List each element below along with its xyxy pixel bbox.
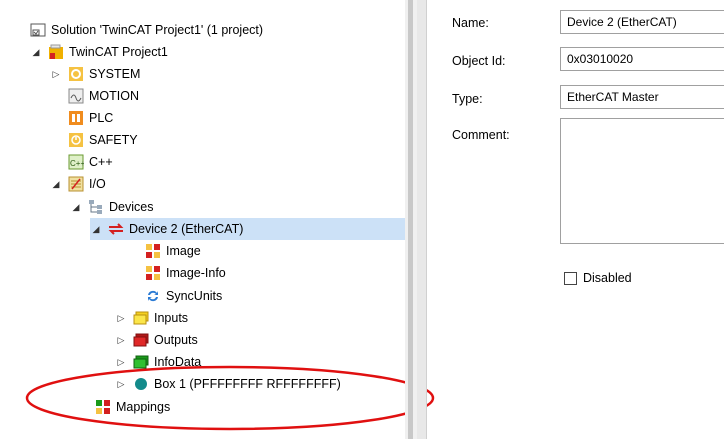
system-gear-icon — [69, 67, 83, 81]
tree-item-image[interactable]: Image — [145, 240, 201, 262]
twincat-project-icon — [49, 44, 63, 59]
solution-icon — [30, 23, 46, 37]
tree-item-outputs[interactable]: ▷ Outputs — [115, 329, 198, 351]
properties-panel: Name: Device 2 (EtherCAT) Object Id: 0x0… — [427, 0, 724, 439]
tree-item-label: PLC — [89, 111, 114, 125]
tree-item-box1[interactable]: ▷ Box 1 (PFFFFFFFF RFFFFFFFF) — [115, 373, 341, 395]
name-label: Name: — [452, 16, 489, 30]
tree-item-label: InfoData — [154, 355, 202, 369]
tree-item-label: Outputs — [154, 333, 198, 347]
tree-item-inputs[interactable]: ▷ Inputs — [115, 307, 189, 329]
tree-item-image-info[interactable]: Image-Info — [145, 262, 226, 284]
tree-item-devices[interactable]: ◢ Devices — [70, 196, 153, 218]
cpp-icon: C++ — [68, 154, 84, 170]
inputs-folder-icon — [133, 311, 149, 325]
solution-explorer-tree: Solution 'TwinCAT Project1' (1 project) … — [0, 0, 405, 439]
tree-item-label: Devices — [109, 200, 154, 214]
infodata-folder-icon — [133, 355, 149, 369]
tree-item-label: C++ — [89, 155, 113, 169]
tree-item-label: Box 1 (PFFFFFFFF RFFFFFFFF) — [154, 377, 341, 391]
tree-item-solution[interactable]: Solution 'TwinCAT Project1' (1 project) — [30, 19, 263, 41]
tree-item-label: Inputs — [154, 311, 189, 325]
comment-label: Comment: — [452, 128, 510, 142]
tree-scrollbar-thumb[interactable] — [408, 0, 413, 439]
tree-item-motion[interactable]: MOTION — [68, 85, 139, 107]
tree-item-label: Solution 'TwinCAT Project1' (1 project) — [51, 23, 264, 37]
tree-item-project[interactable]: ◢ TwinCAT Project1 — [30, 41, 168, 63]
tree-item-syncunits[interactable]: SyncUnits — [145, 285, 222, 307]
object-id-field[interactable]: 0x03010020 — [560, 47, 724, 71]
panel-splitter[interactable] — [417, 0, 427, 439]
tree-item-plc[interactable]: PLC — [68, 107, 113, 129]
devices-tree-icon — [89, 200, 102, 214]
object-id-label: Object Id: — [452, 54, 506, 68]
tree-item-label: SyncUnits — [166, 289, 223, 303]
expand-arrow-icon[interactable]: ▷ — [115, 356, 127, 368]
collapse-arrow-icon[interactable]: ◢ — [90, 223, 102, 235]
sync-arrows-icon — [148, 290, 158, 302]
type-field[interactable]: EtherCAT Master — [560, 85, 724, 109]
name-field[interactable]: Device 2 (EtherCAT) — [560, 10, 724, 34]
tree-item-cpp[interactable]: C++ C++ — [68, 151, 113, 173]
mappings-icon — [96, 400, 110, 414]
outputs-folder-icon — [133, 333, 149, 347]
tree-item-label: Image-Info — [166, 266, 226, 280]
tree-item-mappings[interactable]: Mappings — [95, 396, 170, 418]
tree-item-label: Mappings — [116, 400, 171, 414]
safety-icon — [69, 133, 83, 147]
tree-item-label: TwinCAT Project1 — [69, 45, 168, 59]
tree-item-label: MOTION — [89, 89, 139, 103]
tree-item-label: Device 2 (EtherCAT) — [129, 222, 244, 236]
tree-item-label: SYSTEM — [89, 67, 141, 81]
svg-text:C++: C++ — [70, 159, 84, 168]
collapse-arrow-icon[interactable]: ◢ — [30, 46, 42, 58]
tree-item-io[interactable]: ◢ I/O — [50, 173, 106, 195]
image-info-icon — [146, 266, 160, 280]
disabled-label: Disabled — [583, 271, 632, 285]
expand-arrow-icon[interactable]: ▷ — [50, 68, 62, 80]
collapse-arrow-icon[interactable]: ◢ — [70, 201, 82, 213]
io-icon — [68, 176, 84, 192]
tree-item-infodata[interactable]: ▷ InfoData — [115, 351, 202, 373]
tree-item-device2[interactable]: ◢ Device 2 (EtherCAT) — [90, 218, 405, 240]
disabled-checkbox[interactable] — [564, 272, 577, 285]
tree-item-label: Image — [166, 244, 201, 258]
expand-arrow-icon[interactable]: ▷ — [115, 312, 127, 324]
image-process-icon — [146, 244, 160, 258]
type-label: Type: — [452, 92, 483, 106]
collapse-arrow-icon[interactable]: ◢ — [50, 178, 62, 190]
motion-icon — [68, 88, 84, 104]
box-device-icon — [135, 378, 147, 390]
ethercat-device-icon — [108, 223, 124, 235]
expand-arrow-icon[interactable]: ▷ — [115, 378, 127, 390]
tree-item-system[interactable]: ▷ SYSTEM — [50, 63, 140, 85]
tree-item-safety[interactable]: SAFETY — [68, 129, 138, 151]
expand-arrow-icon[interactable]: ▷ — [115, 334, 127, 346]
plc-icon — [69, 111, 83, 125]
comment-textarea[interactable] — [560, 118, 724, 244]
tree-item-label: I/O — [89, 177, 106, 191]
tree-item-label: SAFETY — [89, 133, 138, 147]
